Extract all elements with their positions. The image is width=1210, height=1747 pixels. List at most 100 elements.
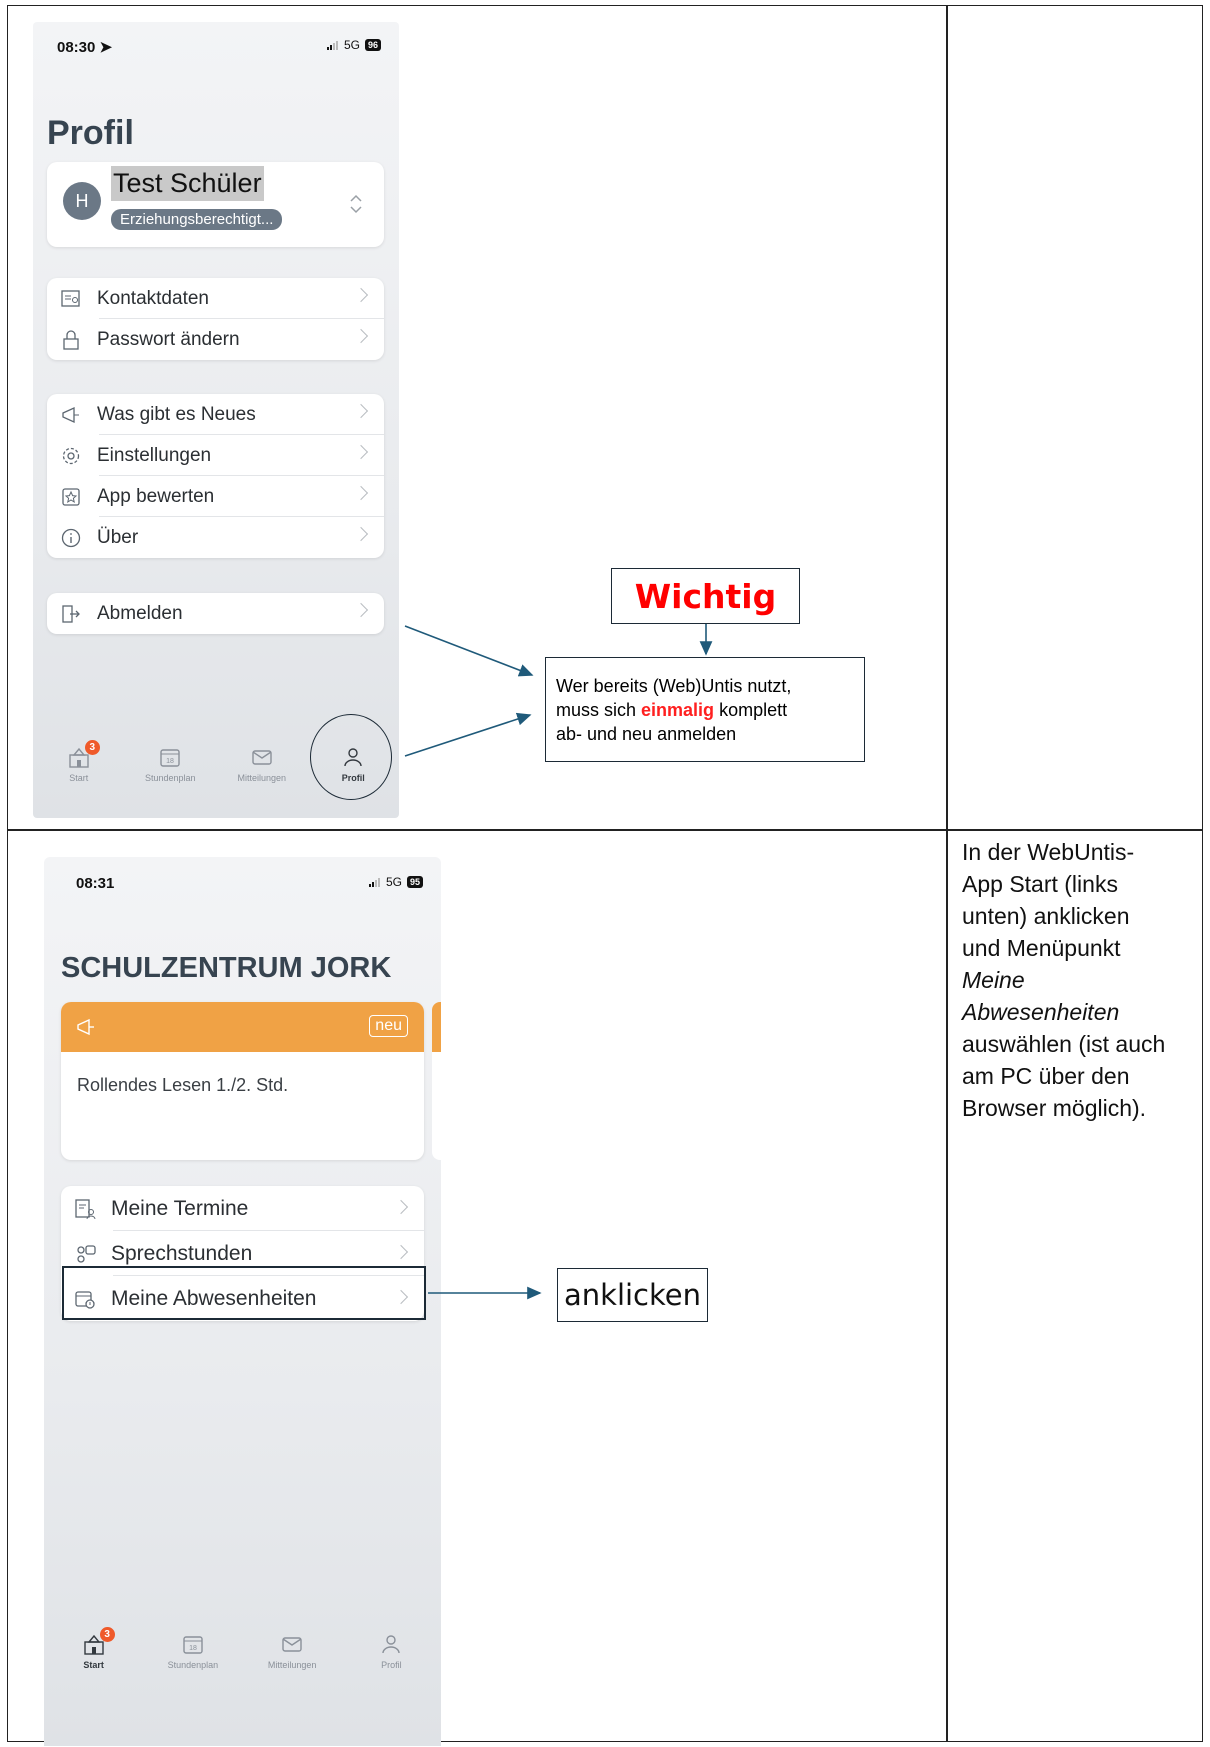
logout-menu: Abmelden xyxy=(47,593,384,634)
tab-label: Mitteilungen xyxy=(267,1660,317,1670)
tab-mitteilungen[interactable]: Mitteilungen xyxy=(216,744,308,804)
menu-item-label: Sprechstunden xyxy=(111,1241,253,1265)
profile-screenshot: 08:30 ➤ 5G 96 Profil H Test Schüler Erzi… xyxy=(33,22,399,818)
calendar-icon: 18 xyxy=(157,744,183,770)
user-switcher-card[interactable]: H Test Schüler Erziehungsberechtigt... xyxy=(47,162,384,247)
status-bar: 08:31 5G 95 xyxy=(44,857,441,897)
menu-item-label: App bewerten xyxy=(97,485,215,507)
tab-start[interactable]: 3 Start xyxy=(44,1627,143,1691)
tab-label: Mitteilungen xyxy=(237,773,287,783)
status-time: 08:30 ➤ xyxy=(57,39,113,56)
contact-card-icon xyxy=(57,285,85,313)
menu-item-label: Einstellungen xyxy=(97,444,212,466)
menu-item-was-gibt-es-neues[interactable]: Was gibt es Neues xyxy=(47,394,384,435)
lock-icon xyxy=(57,326,85,354)
chevron-right-icon xyxy=(353,328,369,344)
avatar: H xyxy=(63,182,101,220)
network-label: 5G xyxy=(343,38,360,52)
mail-icon xyxy=(279,1631,305,1657)
menu-item-passwort[interactable]: Passwort ändern xyxy=(47,319,384,360)
tab-stundenplan[interactable]: 18 Stundenplan xyxy=(143,1631,242,1691)
abwesenheiten-highlight-box xyxy=(62,1266,426,1320)
menu-item-app-bewerten[interactable]: App bewerten xyxy=(47,476,384,517)
chevron-right-icon xyxy=(353,485,369,501)
tab-label: Stundenplan xyxy=(167,1660,219,1670)
chevron-right-icon xyxy=(353,444,369,460)
hint-line-2: muss sich einmalig komplett xyxy=(556,700,788,720)
status-bar: 08:30 ➤ 5G 96 xyxy=(33,22,399,62)
calendar-icon: 18 xyxy=(180,1631,206,1657)
hint-emphasis: einmalig xyxy=(641,700,715,720)
instruction-text: In der WebUntis- App Start (links unten)… xyxy=(962,839,1166,1121)
next-news-card-edge xyxy=(432,1002,441,1160)
hint-box: Wer bereits (Web)Untis nutzt, muss sich … xyxy=(545,657,865,762)
switch-chevron-icon[interactable] xyxy=(350,192,362,216)
news-card[interactable]: neu Rollendes Lesen 1./2. Std. xyxy=(61,1002,424,1160)
menu-item-ueber[interactable]: Über xyxy=(47,517,384,558)
anklicken-label: anklicken xyxy=(564,1278,701,1312)
tab-label: Start xyxy=(83,1660,104,1670)
user-name: Test Schüler xyxy=(111,166,264,201)
profil-highlight-circle xyxy=(310,714,392,800)
tab-stundenplan[interactable]: 18 Stundenplan xyxy=(125,744,217,804)
status-indicators: 5G 95 xyxy=(368,875,423,889)
table-row-divider xyxy=(7,829,1203,831)
hint-line-1: Wer bereits (Web)Untis nutzt, xyxy=(556,676,792,696)
tab-label: Start xyxy=(69,773,89,783)
menu-item-abmelden[interactable]: Abmelden xyxy=(47,593,384,634)
tab-start[interactable]: 3 Start xyxy=(33,740,125,804)
network-label: 5G xyxy=(385,875,402,889)
menu-item-label: Kontaktdaten xyxy=(97,287,209,309)
menu-item-label: Passwort ändern xyxy=(97,328,240,350)
app-menu: Was gibt es Neues Einstellungen App bewe… xyxy=(47,394,384,558)
hint-line-3: ab- und neu anmelden xyxy=(556,724,737,744)
menu-item-kontaktdaten[interactable]: Kontaktdaten xyxy=(47,278,384,319)
news-card-header: neu xyxy=(61,1002,424,1052)
tab-bar: 3 Start 18 Stundenplan Mitteilungen Prof… xyxy=(44,1627,441,1691)
new-badge: neu xyxy=(369,1015,408,1037)
page-title: Profil xyxy=(47,114,134,152)
notification-badge: 3 xyxy=(99,1627,115,1642)
people-icon xyxy=(71,1240,99,1268)
account-menu: Kontaktdaten Passwort ändern xyxy=(47,278,384,360)
chevron-right-icon xyxy=(393,1199,409,1215)
info-icon xyxy=(57,524,85,552)
svg-text:18: 18 xyxy=(189,1645,197,1652)
menu-item-einstellungen[interactable]: Einstellungen xyxy=(47,435,384,476)
notification-badge: 3 xyxy=(84,740,100,755)
gear-icon xyxy=(57,442,85,470)
status-time: 08:31 xyxy=(76,875,115,892)
star-icon xyxy=(57,483,85,511)
school-title: SCHULZENTRUM JORK xyxy=(61,952,392,984)
megaphone-icon xyxy=(75,1016,97,1043)
tab-label: Profil xyxy=(381,1660,402,1670)
tab-label: Stundenplan xyxy=(144,773,196,783)
news-text: Rollendes Lesen 1./2. Std. xyxy=(77,1075,289,1095)
chevron-right-icon xyxy=(353,602,369,618)
signal-icon xyxy=(326,40,339,50)
chevron-right-icon xyxy=(353,403,369,419)
wichtig-box: Wichtig xyxy=(611,568,800,624)
role-badge: Erziehungsberechtigt... xyxy=(111,209,283,230)
tab-mitteilungen[interactable]: Mitteilungen xyxy=(243,1631,342,1691)
mail-icon xyxy=(249,744,275,770)
chevron-right-icon xyxy=(393,1244,409,1260)
wichtig-label: Wichtig xyxy=(634,576,777,616)
menu-item-label: Meine Termine xyxy=(111,1196,249,1220)
battery-icon: 96 xyxy=(364,39,381,51)
calendar-person-icon xyxy=(71,1195,99,1223)
megaphone-icon xyxy=(57,401,85,429)
person-icon xyxy=(378,1631,404,1657)
anklicken-box: anklicken xyxy=(557,1268,708,1322)
menu-item-label: Was gibt es Neues xyxy=(97,403,256,425)
status-indicators: 5G 96 xyxy=(326,38,381,52)
logout-icon xyxy=(57,600,85,628)
tab-profil[interactable]: Profil xyxy=(342,1631,441,1691)
menu-item-meine-termine[interactable]: Meine Termine xyxy=(61,1186,424,1231)
signal-icon xyxy=(368,877,381,887)
menu-item-label: Über xyxy=(97,526,139,548)
svg-text:18: 18 xyxy=(166,758,174,765)
chevron-right-icon xyxy=(353,526,369,542)
menu-item-label: Abmelden xyxy=(97,602,183,624)
battery-icon: 95 xyxy=(406,876,423,888)
